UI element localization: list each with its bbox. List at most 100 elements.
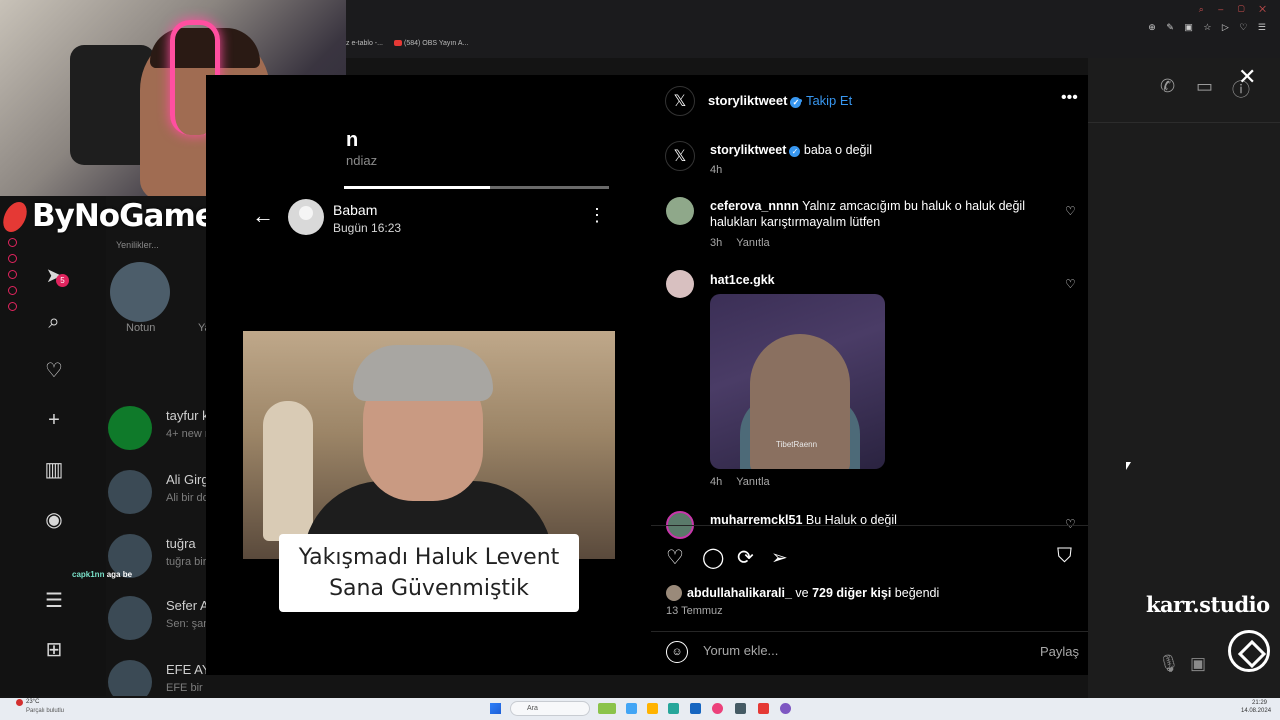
taskbar-app-icon[interactable] (690, 703, 701, 714)
comment-user[interactable]: hat1ce.gkk (710, 273, 775, 287)
bookmark-etablo[interactable]: z e-tablo -... (346, 40, 383, 47)
meme-lamp (263, 401, 313, 541)
story-viewer: n ndiaz ← Babam Bugün 16:23 ⋮ Yakışmadı … (206, 75, 651, 675)
chat-name: Sefer Al (166, 598, 206, 613)
meme-caption: Yakışmadı Haluk Levent Sana Güvenmiştik (279, 534, 579, 612)
youtube-icon (394, 40, 402, 46)
video-call-icon[interactable]: ▭ (1196, 76, 1213, 97)
chat-avatar (108, 406, 152, 450)
chat-row[interactable]: tayfur k 4+ new m (106, 400, 206, 456)
chat-row[interactable]: EFE AYS EFE bir dosya eki gönderdi. · 1s (106, 654, 206, 696)
heart-icon[interactable]: ♡ (42, 359, 66, 383)
instagram-icon[interactable] (712, 703, 723, 714)
taskbar-search[interactable]: Ara (510, 701, 590, 716)
follow-button[interactable]: • Takip Et (798, 93, 852, 108)
likes-summary[interactable]: abdullahalikarali_ ve 729 diğer kişi beğ… (666, 585, 939, 601)
post-detail-panel: 𝕏 storyliktweet ✓ • Takip Et ••• 𝕏 storyl… (651, 75, 1088, 675)
bookmark-icon[interactable]: ⛉ (1057, 545, 1072, 568)
comment-text-block: hat1ce.gkk (710, 272, 775, 288)
comment-icon[interactable]: ◯ (702, 545, 724, 570)
comment-avatar[interactable] (666, 197, 694, 225)
more-apps-icon[interactable]: ⊞ (42, 638, 66, 662)
chat-name: tuğra (166, 536, 196, 551)
menu-icon[interactable]: ☰ (42, 589, 66, 613)
opera-icon[interactable] (758, 703, 769, 714)
window-controls[interactable]: ⌕ – ▢ ✕ (1199, 4, 1272, 15)
post-comment-button[interactable]: Paylaş (1040, 644, 1079, 659)
chat-row[interactable]: Ali Girg Ali bir do (106, 464, 206, 520)
close-icon[interactable]: ✕ (1238, 64, 1256, 90)
bynogame-mark-icon (0, 202, 31, 232)
caption-time: 4h (710, 164, 723, 176)
kebab-menu-icon: ⋮ (588, 205, 606, 225)
bookmark-obs[interactable]: (584) OBS Yayın A... (394, 40, 468, 47)
caption-text: baba o değil (803, 143, 873, 157)
clock-date[interactable]: 14.08.2024 (1241, 708, 1271, 714)
taskbar-app-icon[interactable] (735, 703, 746, 714)
windows-start-icon[interactable] (490, 703, 501, 714)
reply-button[interactable]: Yanıtla (736, 476, 769, 488)
share-icon[interactable]: ➢ (771, 545, 788, 570)
comment-like-icon[interactable]: ♡ (1065, 517, 1076, 531)
chat-name: EFE AYS (166, 662, 206, 677)
post-date: 13 Temmuz (666, 605, 723, 617)
x-logo-avatar[interactable]: 𝕏 (665, 86, 695, 116)
chat-avatar (108, 660, 152, 696)
insights-icon[interactable]: ▥ (42, 458, 66, 482)
comment-meta: 3h Yanıtla (710, 237, 784, 249)
chat-name: Ali Girg (166, 472, 206, 487)
more-options-icon[interactable]: ••• (1061, 89, 1078, 107)
chat-name: tayfur k (166, 408, 206, 423)
comment-gif[interactable]: TibetRaenn (710, 294, 885, 469)
image-icon[interactable]: ▣ (1190, 654, 1206, 674)
stream-chat-text: aga be (106, 570, 133, 579)
search-icon[interactable]: ⌕ (42, 310, 66, 334)
x-logo-avatar[interactable]: 𝕏 (665, 141, 695, 171)
chat-preview: tuğra bir (166, 556, 206, 568)
caption-meta: 4h (710, 164, 736, 176)
emoji-icon[interactable]: ☺ (666, 641, 688, 663)
note-avatar[interactable] (110, 262, 170, 322)
instagram-sidebar: ➤ ⌕ ♡ + ▥ ◉ ☰ ⊞ (0, 196, 106, 696)
repost-icon[interactable]: ⟳ (737, 545, 754, 570)
like-icon[interactable]: ♡ (666, 545, 684, 570)
caption-user[interactable]: storyliktweet (710, 143, 786, 157)
microphone-icon[interactable]: 🎙 (1158, 654, 1180, 674)
chat-preview: 4+ new m (166, 428, 206, 440)
post-author[interactable]: storyliktweet ✓ (708, 93, 802, 108)
windows-taskbar: 23°C Parçalı bulutlu Ara 21:29 14.08.202… (0, 698, 1280, 720)
comment-user[interactable]: ceferova_nnnn (710, 199, 799, 213)
weather-temp[interactable]: 23°C (26, 699, 39, 705)
taskbar-app-icon[interactable] (598, 703, 616, 714)
chat-preview: EFE bir dosya eki gönderdi. · 1s (166, 682, 206, 694)
story-header-sub: ndiaz (346, 153, 378, 168)
taskbar-app-icon[interactable] (626, 703, 637, 714)
contact-time: Bugün 16:23 (333, 221, 402, 235)
reply-button[interactable]: Yanıtla (736, 237, 769, 249)
phone-icon[interactable]: ✆ (1160, 76, 1175, 97)
comment-like-icon[interactable]: ♡ (1065, 277, 1076, 291)
chat-row[interactable]: Sefer Al Sen: şans (106, 590, 206, 646)
note-label: Notun (126, 322, 156, 334)
comment-avatar[interactable] (666, 270, 694, 298)
weather-alert-icon (16, 699, 23, 706)
notes-label: Yenilikler... (116, 240, 159, 250)
edge-icon[interactable] (668, 703, 679, 714)
clock-time[interactable]: 21:29 (1252, 700, 1267, 706)
back-arrow-icon: ← (252, 203, 274, 228)
create-icon[interactable]: + (42, 408, 66, 432)
taskbar-app-icon[interactable] (780, 703, 791, 714)
chat-preview: Ali bir do (166, 492, 206, 504)
meme-caption-line: Sana Güvenmiştik (329, 576, 529, 601)
chat-list: Yenilikler... Notun Ya tayfur k 4+ new m… (106, 196, 206, 696)
verified-badge-icon: ✓ (789, 146, 801, 157)
profile-icon[interactable]: ◉ (42, 508, 66, 532)
folder-icon[interactable] (647, 703, 658, 714)
bynogame-text: ByNoGame (32, 198, 216, 234)
comment-input[interactable] (701, 642, 1005, 659)
browser-extension-icons[interactable]: ⊕ ✎ ▣ ☆ ▷ ♡ ☰ (1148, 22, 1270, 33)
likes-suffix: beğendi (894, 586, 940, 600)
chat-avatar (108, 470, 152, 514)
comment-like-icon[interactable]: ♡ (1065, 204, 1076, 218)
weather-desc[interactable]: Parçalı bulutlu (26, 708, 64, 714)
